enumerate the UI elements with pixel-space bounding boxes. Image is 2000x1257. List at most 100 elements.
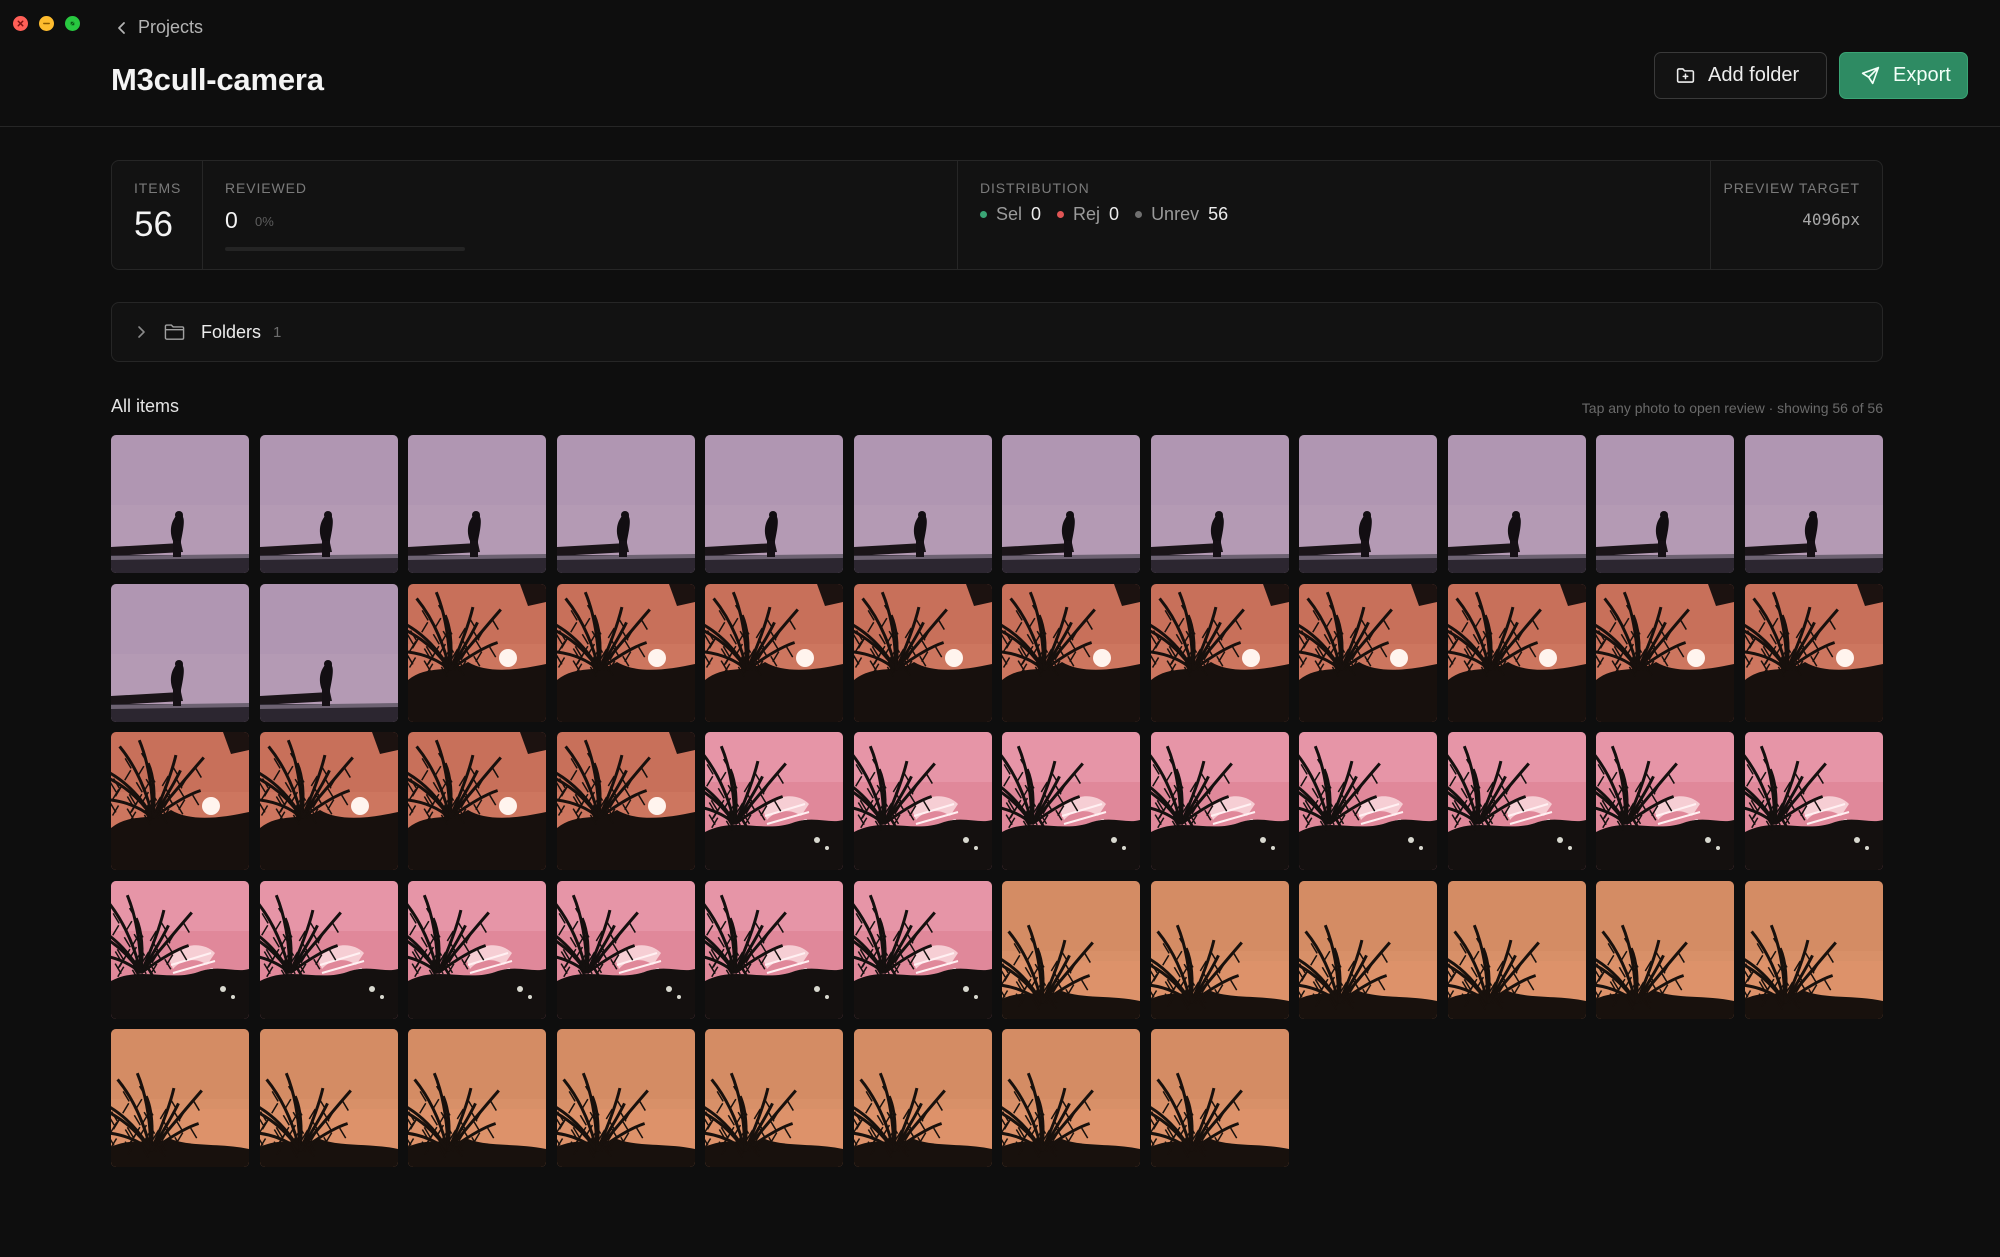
photo-thumbnail[interactable] [853, 1029, 992, 1167]
photo-image [259, 732, 398, 870]
photo-image [111, 1029, 249, 1167]
breadcrumb-back-link[interactable]: Projects [116, 17, 203, 38]
stat-preview-target: PREVIEW TARGET 4096px [1711, 161, 1882, 269]
photo-image [111, 732, 249, 870]
photo-thumbnail[interactable] [408, 880, 546, 1019]
photo-thumbnail[interactable] [853, 435, 992, 573]
photo-image [1596, 732, 1734, 870]
photo-thumbnail[interactable] [1299, 583, 1437, 722]
photo-thumbnail[interactable] [1447, 880, 1586, 1019]
photo-thumbnail[interactable] [853, 880, 992, 1019]
photo-thumbnail[interactable] [705, 1029, 843, 1167]
close-icon [17, 20, 24, 27]
photo-thumbnail[interactable] [408, 732, 546, 870]
photo-thumbnail[interactable] [1299, 732, 1437, 870]
photo-thumbnail[interactable] [1447, 435, 1586, 573]
all-items-heading: All items [111, 396, 180, 416]
stat-reviewed: REVIEWED 0 0% [203, 161, 958, 269]
dist-rejected: Rej 0 [1057, 204, 1119, 225]
maximize-window-button[interactable] [65, 16, 80, 31]
chevron-left-icon [118, 21, 125, 34]
minimize-window-button[interactable] [39, 16, 54, 31]
photo-thumbnail[interactable] [1002, 583, 1140, 722]
photo-image [1150, 435, 1289, 573]
photo-thumbnail[interactable] [556, 583, 695, 722]
selected-dot-icon [980, 211, 987, 218]
photo-thumbnail[interactable] [556, 732, 695, 870]
photo-thumbnail[interactable] [259, 1029, 398, 1167]
add-folder-button[interactable]: Add folder [1654, 52, 1827, 99]
photo-thumbnail[interactable] [705, 583, 843, 722]
photo-thumbnail[interactable] [705, 435, 843, 573]
stat-distribution: DISTRIBUTION Sel 0 Rej 0 Unrev 56 [958, 161, 1711, 269]
photo-thumbnail[interactable] [1002, 435, 1140, 573]
photo-thumbnail[interactable] [556, 880, 695, 1019]
photo-image [1150, 1029, 1289, 1167]
photo-thumbnail[interactable] [1002, 1029, 1140, 1167]
photo-thumbnail[interactable] [111, 880, 249, 1019]
header-actions: Add folder Export [1654, 52, 1968, 99]
photo-thumbnail[interactable] [1150, 732, 1289, 870]
photo-thumbnail[interactable] [408, 1029, 546, 1167]
photo-thumbnail[interactable] [1596, 583, 1734, 722]
photo-thumbnail[interactable] [1447, 732, 1586, 870]
folders-disclosure[interactable]: Folders 1 [111, 302, 1883, 362]
photo-thumbnail[interactable] [1744, 435, 1883, 573]
photo-thumbnail[interactable] [259, 732, 398, 870]
photo-thumbnail[interactable] [408, 435, 546, 573]
photo-image [111, 583, 249, 722]
photo-thumbnail[interactable] [1002, 880, 1140, 1019]
photo-image [1596, 880, 1734, 1019]
folders-count: 1 [273, 323, 282, 341]
photo-thumbnail[interactable] [1299, 880, 1437, 1019]
photo-thumbnail[interactable] [111, 435, 249, 573]
photo-thumbnail[interactable] [1150, 583, 1289, 722]
photo-thumbnail[interactable] [408, 583, 546, 722]
photo-thumbnail[interactable] [1596, 435, 1734, 573]
photo-thumbnail[interactable] [259, 880, 398, 1019]
dist-selected: Sel 0 [980, 204, 1041, 225]
photo-thumbnail[interactable] [1299, 435, 1437, 573]
photo-thumbnail[interactable] [705, 880, 843, 1019]
photo-thumbnail[interactable] [853, 732, 992, 870]
photo-image [853, 435, 992, 573]
photo-thumbnail[interactable] [259, 583, 398, 722]
photo-thumbnail[interactable] [259, 435, 398, 573]
photo-grid [111, 435, 1884, 1167]
photo-image [556, 732, 695, 870]
all-items-hint: Tap any photo to open review · showing 5… [1581, 400, 1883, 416]
photo-image [1299, 435, 1437, 573]
export-button[interactable]: Export [1839, 52, 1968, 99]
photo-thumbnail[interactable] [1744, 880, 1883, 1019]
photo-image [853, 732, 992, 870]
photo-thumbnail[interactable] [1150, 880, 1289, 1019]
photo-thumbnail[interactable] [1150, 1029, 1289, 1167]
photo-image [1596, 583, 1734, 722]
photo-thumbnail[interactable] [556, 435, 695, 573]
photo-thumbnail[interactable] [111, 732, 249, 870]
photo-thumbnail[interactable] [1744, 583, 1883, 722]
photo-thumbnail[interactable] [853, 583, 992, 722]
distribution-row: Sel 0 Rej 0 Unrev 56 [980, 204, 1244, 225]
photo-image [853, 583, 992, 722]
photo-thumbnail[interactable] [1596, 732, 1734, 870]
photo-thumbnail[interactable] [1002, 732, 1140, 870]
photo-thumbnail[interactable] [1150, 435, 1289, 573]
photo-thumbnail[interactable] [1744, 732, 1883, 870]
photo-thumbnail[interactable] [1447, 583, 1586, 722]
photo-thumbnail[interactable] [705, 732, 843, 870]
rej-value: 0 [1109, 204, 1120, 224]
close-window-button[interactable] [13, 16, 28, 31]
photo-image [1744, 880, 1883, 1019]
preview-target-label: PREVIEW TARGET [1723, 180, 1860, 196]
photo-thumbnail[interactable] [556, 1029, 695, 1167]
photo-image [1596, 435, 1734, 573]
photo-thumbnail[interactable] [1596, 880, 1734, 1019]
photo-thumbnail[interactable] [111, 583, 249, 722]
photo-image [1447, 583, 1586, 722]
photo-image [705, 583, 843, 722]
photo-image [1150, 880, 1289, 1019]
photo-thumbnail[interactable] [111, 1029, 249, 1167]
photo-image [556, 880, 695, 1019]
unrev-label: Unrev [1151, 204, 1200, 224]
